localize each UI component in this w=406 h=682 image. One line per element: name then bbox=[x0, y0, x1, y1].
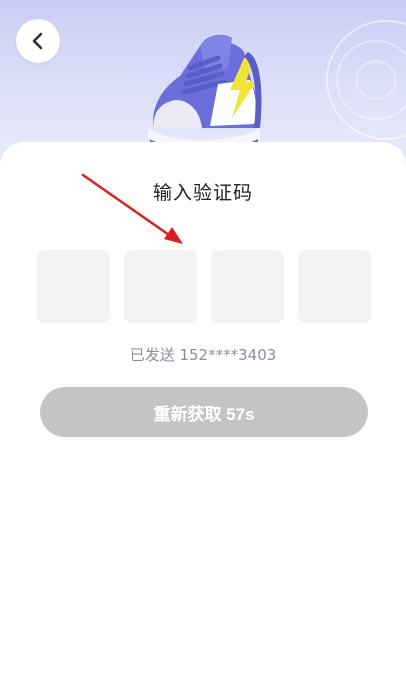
code-input-3[interactable] bbox=[211, 250, 284, 323]
back-button[interactable] bbox=[16, 19, 60, 63]
page-title: 输入验证码 bbox=[152, 182, 253, 204]
decorative-ring bbox=[356, 60, 396, 100]
chevron-left-icon bbox=[32, 32, 43, 50]
code-input-2[interactable] bbox=[124, 250, 197, 323]
sent-phone-text: 已发送 152****3403 bbox=[129, 346, 277, 364]
resend-code-button[interactable]: 重新获取 57s bbox=[40, 387, 368, 437]
code-input-1[interactable] bbox=[37, 250, 110, 323]
code-input-4[interactable] bbox=[298, 250, 371, 323]
